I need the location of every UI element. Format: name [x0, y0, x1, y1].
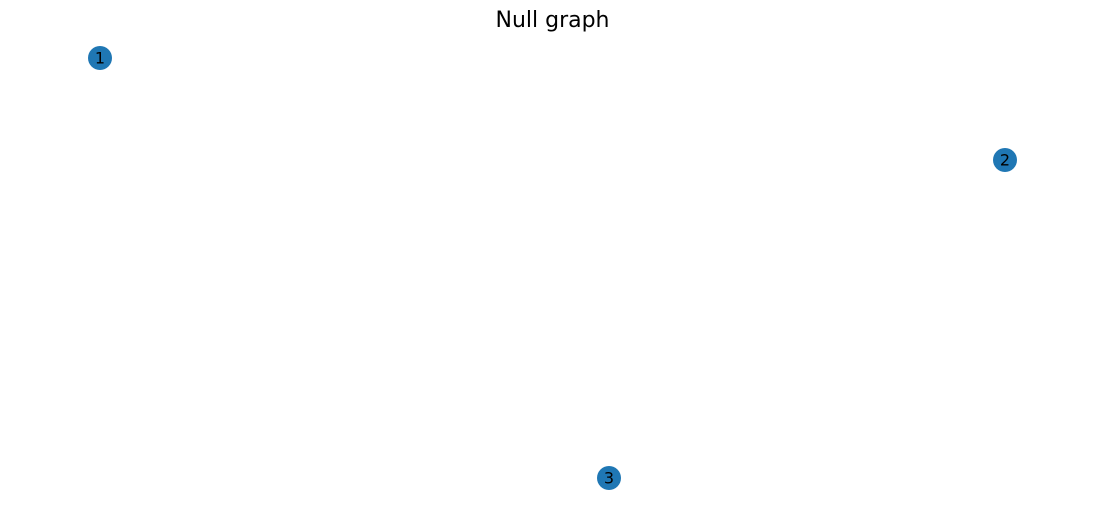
- graph-node-1: 1: [88, 46, 112, 70]
- node-label-1: 1: [95, 49, 105, 68]
- nodes-layer: 1 2 3: [88, 46, 1017, 490]
- graph-node-2: 2: [993, 148, 1017, 172]
- node-label-3: 3: [604, 469, 614, 488]
- graph-node-3: 3: [597, 466, 621, 490]
- node-label-2: 2: [1000, 151, 1010, 170]
- graph-canvas: 1 2 3: [88, 46, 1017, 490]
